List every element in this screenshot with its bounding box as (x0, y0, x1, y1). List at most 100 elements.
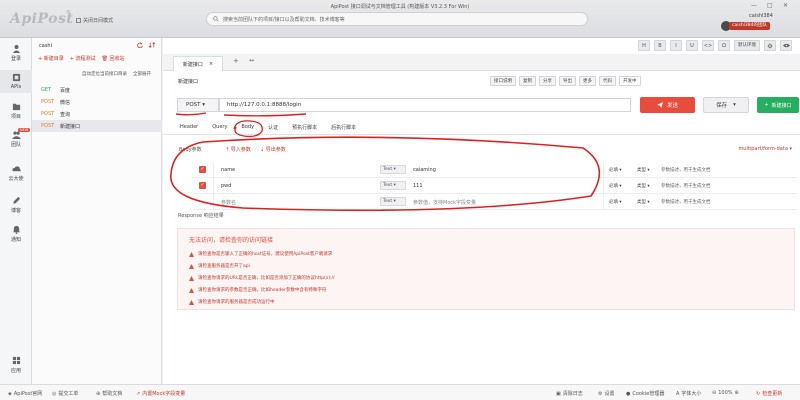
official-site-link[interactable]: ◈ ApiPost官网 (8, 390, 42, 398)
new-example-button[interactable]: + 新建接口 (757, 97, 799, 113)
underline-button[interactable]: U (686, 40, 698, 51)
day-mode-toggle[interactable]: 关闭日间模式 (76, 17, 113, 24)
list-item[interactable]: POST 微信 (32, 96, 162, 108)
param-type-select[interactable]: Text ▾ (380, 197, 406, 206)
code-gen-button[interactable]: 代码 (599, 76, 616, 86)
more-button[interactable]: 更多 (579, 76, 596, 86)
refresh-icon[interactable] (137, 42, 143, 48)
rail-item-apis[interactable]: APIs (0, 70, 32, 93)
check-update-link[interactable]: ↻ 检查更新 (756, 390, 782, 398)
cloud-icon (11, 166, 21, 172)
rail-item-blog[interactable]: 博客 (0, 196, 32, 214)
tab-new-api[interactable]: 新建接口 × (173, 56, 223, 71)
send-label: 发送 (666, 103, 678, 109)
import-label: 导入参数 (230, 147, 251, 153)
param-key[interactable]: name (221, 167, 235, 173)
list-item[interactable]: POST 查询 (32, 108, 162, 120)
param-required-select[interactable]: 必填 ▾ (609, 199, 622, 205)
error-hint: 请检查你是否输入了正确的host证号，建议使用ApiPost客户端请求 (189, 251, 332, 257)
rail-item-label: 项目 (10, 114, 21, 120)
heading-button[interactable]: H (638, 40, 650, 51)
mock-variables-link[interactable]: ↗ 内置Mock字段变量 (136, 390, 185, 398)
export-button[interactable]: 导出 (559, 76, 576, 86)
status-bar: ◈ ApiPost官网 ◎ 提交工单 ⊕ 帮助文档 ↗ 内置Mock字段变量 ▣… (0, 384, 800, 400)
request-title[interactable]: 新建接口 (178, 78, 198, 85)
team-badge[interactable]: caishl384的团队 (729, 22, 771, 30)
param-datatype-select[interactable]: 类型 ▾ (637, 167, 650, 173)
rail-item-team[interactable]: NEW 团队 (0, 128, 32, 148)
param-value[interactable]: 111 (413, 183, 423, 189)
app-logo: ApiPost (10, 11, 74, 27)
save-button[interactable]: 保存 ▾ (703, 97, 749, 113)
rail-item-label: 博客 (10, 208, 21, 214)
flow-test-button[interactable]: + 流程测试 (70, 55, 96, 62)
param-checkbox[interactable]: ✓ (199, 182, 206, 189)
param-required-select[interactable]: 必填 ▾ (609, 183, 622, 189)
view-button[interactable] (780, 40, 792, 51)
param-value[interactable]: 参数值，支持Mock字段变量 (413, 199, 476, 206)
required-value: 必填 (609, 200, 618, 205)
rail-item-login[interactable]: 登录 (0, 44, 32, 62)
param-key[interactable]: 参数名 (221, 199, 236, 206)
grid-icon (12, 356, 20, 365)
submit-ticket-link[interactable]: ◎ 提交工单 (52, 390, 78, 398)
minimize-button[interactable]: — (751, 2, 757, 9)
param-checkbox[interactable]: ✓ (199, 166, 206, 173)
sort-icon[interactable] (149, 42, 155, 48)
settings-link[interactable]: ⚙ 设置 (598, 390, 615, 398)
param-description[interactable]: 参数描述，用于生成文档 (661, 183, 711, 189)
status-select[interactable]: 开发中 (619, 76, 641, 86)
divider (603, 194, 604, 210)
divider (603, 162, 604, 178)
expand-all-button[interactable]: 全部展开 (133, 71, 151, 77)
bold-button[interactable]: B (654, 40, 666, 51)
error-hint: 请检查服务器是否开了api (189, 263, 250, 269)
param-required-select[interactable]: 必填 ▾ (609, 167, 622, 173)
font-size-control[interactable]: A 字体大小 (676, 390, 701, 398)
param-type-select[interactable]: Text ▾ (380, 181, 406, 190)
rail-item-projects[interactable]: 项目 (0, 102, 32, 120)
locate-current-button[interactable]: 自动定位当前接口目录 (82, 71, 127, 77)
copy-button[interactable]: 复制 (519, 76, 536, 86)
global-search-input[interactable]: 搜索当前团队下的项目/接口以及帮助文档、技术博客等 (206, 12, 588, 26)
help-docs-link[interactable]: ⊕ 帮助文档 (96, 390, 122, 398)
send-button[interactable]: 发送 (640, 97, 695, 113)
tab-scroll-button[interactable]: ↔ (249, 57, 254, 64)
content-type-select[interactable]: multipart/form-data ▾ (738, 146, 792, 152)
environment-select[interactable]: 默认环境 (734, 40, 760, 51)
cookie-manager-link[interactable]: ● Cookie管理器 (626, 390, 664, 398)
import-params-button[interactable]: ⇡ 导入参数 (225, 146, 251, 153)
error-hint-text: 请检查你请求的服务器是否成功运行中 (198, 300, 275, 305)
settings-button[interactable] (764, 40, 776, 51)
zoom-level[interactable]: ⊖ 100% ⊕ (712, 390, 739, 396)
list-item[interactable]: POST 新建接口 (32, 120, 162, 132)
param-datatype-select[interactable]: 类型 ▾ (637, 199, 650, 205)
param-description[interactable]: 参数描述，用于生成文档 (661, 199, 711, 205)
rail-item-label: 通知 (10, 237, 21, 243)
param-description[interactable]: 参数描述，用于生成文档 (661, 167, 711, 173)
maximize-button[interactable]: □ (767, 2, 773, 9)
error-hint-text: 请检查服务器是否开了api (198, 264, 250, 269)
code-button[interactable]: <> (702, 40, 714, 51)
param-key[interactable]: pwd (221, 183, 231, 189)
share-button[interactable]: 分享 (539, 76, 556, 86)
user-name[interactable]: caishl384 (749, 13, 773, 19)
export-params-button[interactable]: ⇣ 导出参数 (260, 146, 286, 153)
rail-item-notify[interactable]: 通知 (0, 225, 32, 243)
api-doc-button[interactable]: 接口说明 (490, 76, 516, 86)
close-window-button[interactable]: ✕ (783, 2, 788, 9)
close-icon[interactable]: × (209, 61, 213, 67)
param-datatype-select[interactable]: 类型 ▾ (637, 183, 650, 189)
italic-button[interactable]: I (670, 40, 682, 51)
symbol-button[interactable]: Ω (718, 40, 730, 51)
clear-log-button[interactable]: ▣ 清除日志 (556, 390, 583, 398)
list-item[interactable]: GET 百度 (32, 84, 162, 96)
rail-item-cloud[interactable]: 云大使 (0, 164, 32, 182)
add-tab-button[interactable]: + (233, 57, 239, 65)
param-value[interactable]: caiaming (413, 167, 436, 173)
new-folder-button[interactable]: + 新建目录 (38, 55, 64, 62)
new-example-label: 新建接口 (771, 102, 792, 109)
param-type-select[interactable]: Text ▾ (380, 165, 406, 174)
rail-item-apps[interactable]: 应用 (0, 356, 32, 374)
recycle-bin-button[interactable]: 🗑 回收站 (102, 55, 125, 62)
